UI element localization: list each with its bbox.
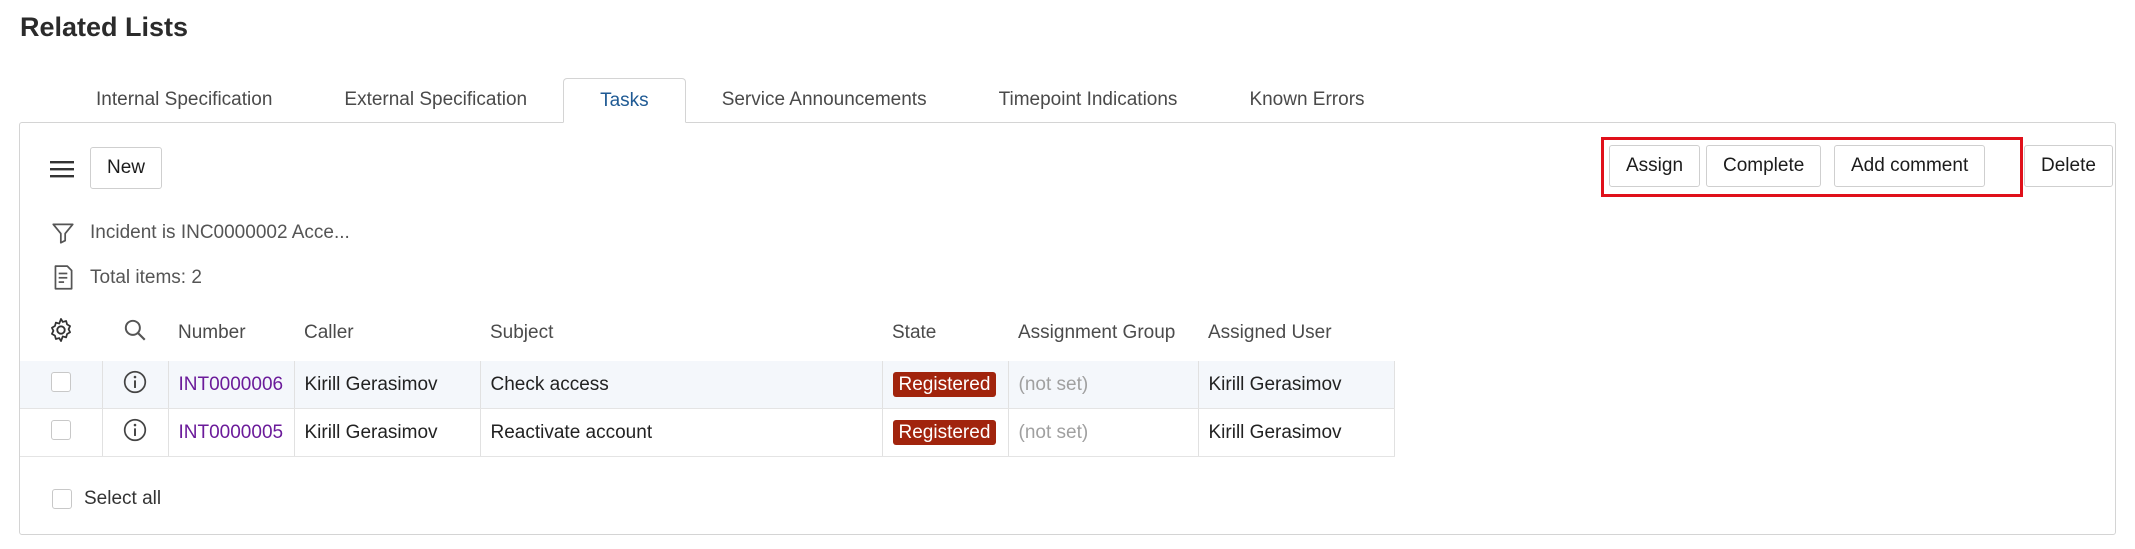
page-title: Related Lists: [20, 12, 189, 42]
table-header-row: Number Caller Subject State Assignment G…: [20, 305, 1394, 361]
delete-button[interactable]: Delete: [2024, 145, 2113, 187]
tab-service-announcements[interactable]: Service Announcements: [685, 78, 963, 123]
filter-text: Incident is INC0000002 Acce...: [90, 222, 350, 243]
select-all-label: Select all: [84, 488, 162, 509]
column-header-number[interactable]: Number: [168, 305, 294, 361]
task-number-link[interactable]: INT0000006: [179, 374, 284, 395]
state-badge: Registered: [892, 371, 997, 397]
table-row[interactable]: INT0000006 Kirill Gerasimov Check access…: [20, 361, 1395, 409]
tab-known-errors[interactable]: Known Errors: [1213, 78, 1401, 123]
new-button[interactable]: New: [90, 147, 163, 189]
menu-icon[interactable]: [50, 159, 74, 184]
column-header-caller[interactable]: Caller: [294, 305, 480, 361]
complete-button[interactable]: Complete: [1706, 145, 1822, 187]
column-header-assignment-group[interactable]: Assignment Group: [1008, 305, 1198, 361]
related-list-panel: New Assign Complete Add comment Delete I…: [19, 122, 2116, 535]
tasks-table: Number Caller Subject State Assignment G…: [20, 305, 1395, 457]
assignment-group-cell: (not set): [1018, 373, 1089, 395]
tab-timepoint-indications[interactable]: Timepoint Indications: [962, 78, 1214, 123]
tab-external-specification[interactable]: External Specification: [308, 78, 564, 123]
subject-cell: Check access: [480, 361, 883, 409]
tab-internal-specification[interactable]: Internal Specification: [60, 78, 309, 123]
info-icon[interactable]: [122, 417, 148, 443]
add-comment-button[interactable]: Add comment: [1834, 145, 1986, 187]
gear-icon[interactable]: [47, 316, 75, 344]
tab-bar: Internal Specification External Specific…: [60, 78, 1401, 123]
info-icon[interactable]: [122, 369, 148, 395]
row-checkbox[interactable]: [50, 371, 71, 392]
subject-cell: Reactivate account: [480, 408, 883, 457]
assigned-user-cell: Kirill Gerasimov: [1198, 408, 1395, 457]
column-header-assigned-user[interactable]: Assigned User: [1198, 305, 1394, 361]
caller-cell: Kirill Gerasimov: [294, 408, 481, 457]
total-items: Total items: 2: [50, 264, 202, 292]
state-badge: Registered: [892, 419, 997, 445]
search-icon[interactable]: [122, 317, 148, 343]
select-all[interactable]: Select all: [52, 488, 161, 510]
column-header-state[interactable]: State: [882, 305, 1008, 361]
column-header-subject[interactable]: Subject: [480, 305, 882, 361]
list-count-icon: [54, 265, 73, 290]
filter-summary[interactable]: Incident is INC0000002 Acce...: [50, 220, 350, 246]
select-all-checkbox[interactable]: [52, 489, 72, 509]
row-checkbox[interactable]: [50, 419, 71, 440]
caller-cell: Kirill Gerasimov: [294, 361, 481, 409]
table-row[interactable]: INT0000005 Kirill Gerasimov Reactivate a…: [20, 408, 1395, 457]
filter-icon: [52, 223, 74, 244]
total-items-text: Total items: 2: [90, 267, 202, 288]
tab-tasks[interactable]: Tasks: [563, 78, 686, 123]
assigned-user-cell: Kirill Gerasimov: [1198, 361, 1395, 409]
task-number-link[interactable]: INT0000005: [179, 422, 284, 443]
assignment-group-cell: (not set): [1018, 421, 1089, 443]
assign-button[interactable]: Assign: [1609, 145, 1701, 187]
